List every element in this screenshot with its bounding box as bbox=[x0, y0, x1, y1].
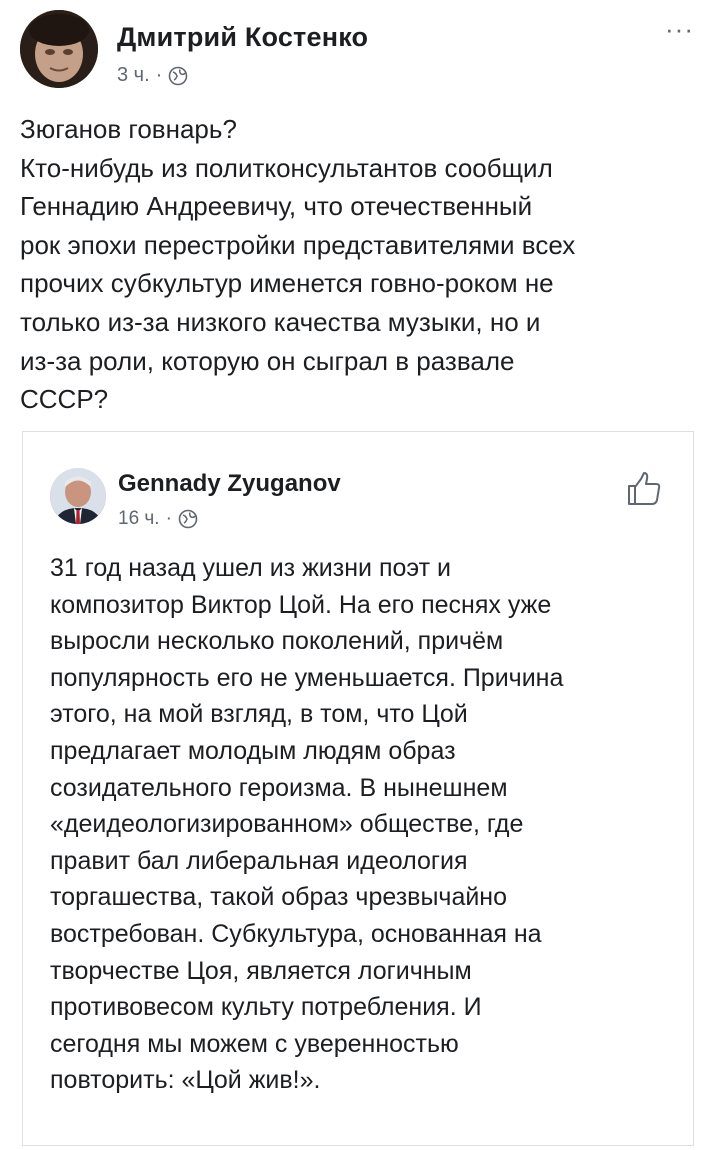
post-line: прочих субкультур именется говно-роком н… bbox=[20, 268, 554, 299]
globe-icon bbox=[169, 66, 188, 85]
post-header: Дмитрий Костенко 3 ч. · ··· bbox=[20, 10, 700, 100]
shared-author-name[interactable]: Gennady Zyuganov bbox=[118, 470, 341, 498]
shared-post-meta: 16 ч. · bbox=[118, 508, 198, 530]
shared-line: востребован. Субкультура, основанная на bbox=[50, 919, 542, 948]
shared-line: предлагает молодым людям образ bbox=[50, 736, 456, 765]
post-time[interactable]: 3 ч. bbox=[117, 64, 150, 87]
shared-avatar-image bbox=[50, 468, 106, 524]
post-body: Зюганов говнарь? Кто-нибудь из политконс… bbox=[20, 110, 690, 419]
post-line: Зюганов говнарь? bbox=[20, 114, 237, 144]
shared-line: «деидеологизированном» обществе, где bbox=[50, 810, 524, 839]
shared-line: повторить: «Цой жив!». bbox=[50, 1066, 321, 1095]
more-options-icon[interactable]: ··· bbox=[665, 16, 694, 42]
shared-post-card[interactable]: Gennady Zyuganov 16 ч. · 31 год назад уш… bbox=[22, 431, 694, 1146]
author-name[interactable]: Дмитрий Костенко bbox=[117, 22, 368, 53]
shared-line: 31 год назад ушел из жизни поэт и bbox=[50, 554, 451, 582]
thumbs-up-icon[interactable] bbox=[626, 471, 662, 507]
post-meta: 3 ч. · bbox=[117, 64, 188, 87]
meta-separator: · bbox=[165, 508, 172, 529]
post-line: только из-за низкого качества музыки, но… bbox=[20, 306, 541, 337]
shared-line: противовесом культу потребления. И bbox=[50, 993, 482, 1022]
post-line: из-за роли, которую он сыграл в развале bbox=[20, 345, 515, 376]
post-line: Кто-нибудь из политконсультантов сообщил bbox=[20, 152, 553, 183]
shared-line: выросли несколько поколений, причём bbox=[50, 627, 504, 656]
avatar-image bbox=[20, 10, 98, 88]
shared-line: сегодня мы можем с уверенностью bbox=[50, 1029, 459, 1058]
globe-icon bbox=[178, 509, 198, 529]
post-line: СССР? bbox=[20, 384, 109, 415]
shared-post-body: 31 год назад ушел из жизни поэт и композ… bbox=[50, 550, 670, 1099]
shared-author-avatar[interactable] bbox=[50, 468, 106, 524]
shared-line: торгашества, такой образ чрезвычайно bbox=[50, 883, 508, 912]
post-line: рок эпохи перестройки представителями вс… bbox=[20, 229, 576, 260]
shared-line: этого, на мой взгляд, в том, что Цой bbox=[50, 700, 468, 729]
shared-line: композитор Виктор Цой. На его песнях уже bbox=[50, 590, 552, 619]
meta-separator: · bbox=[155, 64, 163, 86]
shared-post-time[interactable]: 16 ч. bbox=[118, 508, 160, 530]
shared-line: созидательного героизма. В нынешнем bbox=[50, 773, 508, 802]
shared-line: популярность его не уменьшается. Причина bbox=[50, 663, 564, 692]
shared-line: творчестве Цоя, является логичным bbox=[50, 956, 472, 985]
author-avatar[interactable] bbox=[20, 10, 98, 88]
facebook-post: Дмитрий Костенко 3 ч. · ··· Зюганов говн… bbox=[0, 0, 718, 1150]
shared-line: правит бал либеральная идеология bbox=[50, 846, 468, 875]
post-line: Геннадию Андреевичу, что отечественный bbox=[20, 191, 533, 222]
